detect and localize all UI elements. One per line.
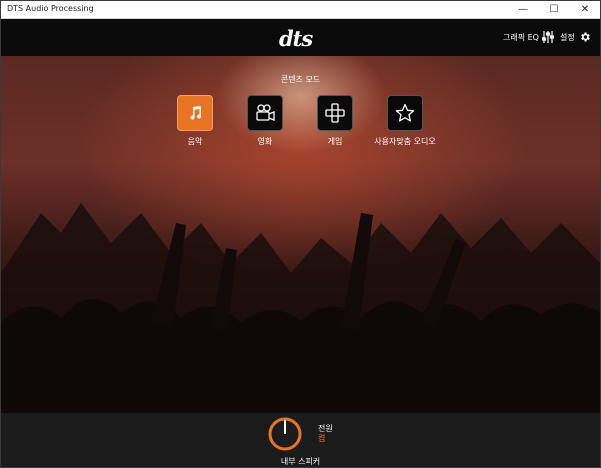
graphic-eq-button[interactable]: 그래픽 EQ: [503, 31, 554, 43]
power-state: 켬: [318, 434, 326, 443]
crowd-silhouette: [1, 203, 600, 413]
settings-label: 설정: [560, 32, 575, 42]
app-header: dts 그래픽 EQ 설정: [1, 19, 600, 56]
footer-bar: 전원 켬 내부 스피커: [1, 413, 600, 467]
mode-custom-audio[interactable]: 사용자맞춤 오디오: [370, 95, 440, 147]
mode-music-label: 음악: [187, 137, 203, 146]
settings-button[interactable]: 설정: [560, 31, 591, 43]
power-button[interactable]: [267, 416, 303, 452]
window-title: DTS Audio Processing: [7, 4, 94, 13]
gear-icon: [580, 32, 590, 42]
mode-game[interactable]: 게임: [300, 95, 370, 147]
star-icon: [395, 103, 415, 122]
mode-custom-audio-label: 사용자맞춤 오디오: [374, 137, 436, 146]
equalizer-icon: [541, 31, 554, 43]
mode-movie-label: 영화: [257, 137, 273, 146]
device-label: 내부 스피커: [280, 457, 321, 466]
close-button[interactable]: ✕: [570, 1, 600, 18]
movie-camera-icon: [256, 104, 275, 121]
mode-music[interactable]: 음악: [160, 95, 230, 147]
concert-background: 콘텐츠 모드 음악 영화 게임 사용자맞춤 오디오: [1, 56, 600, 413]
title-bar: DTS Audio Processing — ☐ ✕: [1, 1, 600, 19]
dts-logo: dts: [279, 26, 313, 51]
maximize-button[interactable]: ☐: [539, 1, 569, 18]
power-status: 전원 켬: [318, 424, 333, 444]
minimize-button[interactable]: —: [508, 1, 538, 18]
mode-movie[interactable]: 영화: [230, 95, 300, 147]
power-label: 전원: [318, 424, 333, 433]
music-note-icon: [190, 106, 202, 120]
app-window: DTS Audio Processing — ☐ ✕ dts 그래픽 EQ 설정: [0, 0, 601, 468]
graphic-eq-label: 그래픽 EQ: [503, 32, 539, 42]
mode-game-label: 게임: [327, 137, 343, 146]
content-mode-title: 콘텐츠 모드: [280, 75, 321, 84]
gamepad-icon: [325, 103, 345, 123]
